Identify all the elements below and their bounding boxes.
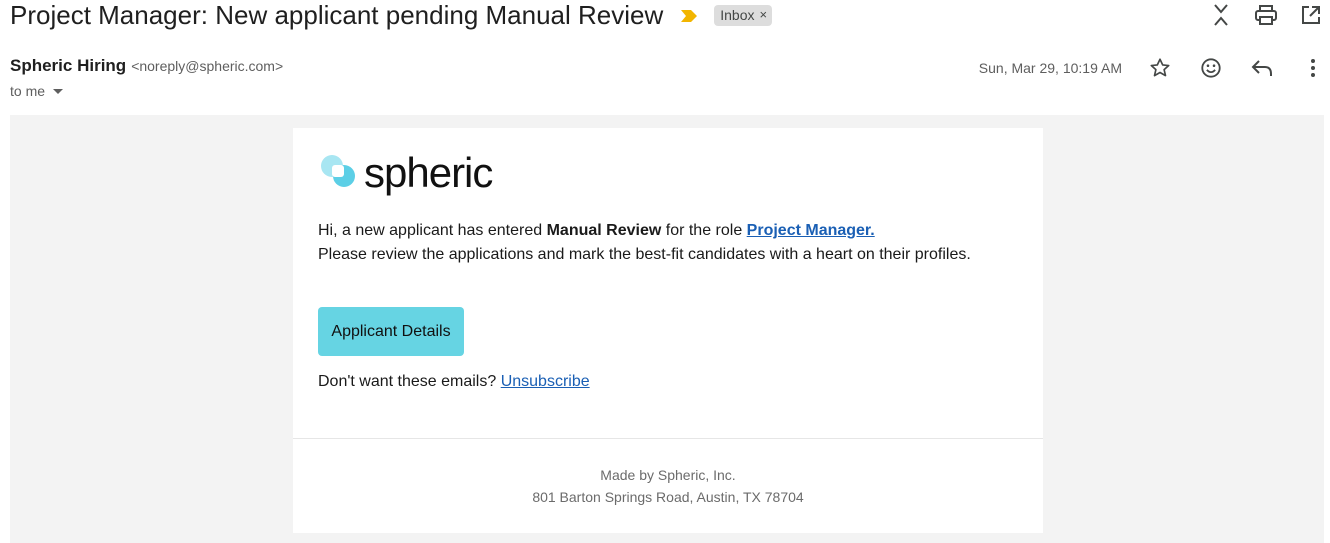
email-footer: Made by Spheric, Inc. 801 Barton Springs…: [293, 464, 1043, 508]
spheric-logo: spheric: [318, 149, 493, 196]
sender-name[interactable]: Spheric Hiring: [10, 56, 126, 76]
manual-review-text: Manual Review: [546, 222, 662, 239]
importance-marker-icon[interactable]: [681, 9, 698, 22]
open-in-new-window-icon[interactable]: [1299, 3, 1323, 27]
reply-icon[interactable]: [1250, 56, 1274, 80]
unsubscribe-line: Don't want these emails? Unsubscribe: [318, 373, 590, 391]
star-icon[interactable]: [1148, 56, 1172, 80]
email-subject: Project Manager: New applicant pending M…: [10, 0, 664, 30]
unsubscribe-link[interactable]: Unsubscribe: [501, 373, 590, 390]
message-meta: Sun, Mar 29, 10:19 AM: [979, 55, 1330, 81]
line1-prefix: Hi, a new applicant has entered: [318, 222, 547, 239]
logo-wordmark: spheric: [364, 149, 493, 196]
message-line-1: Hi, a new applicant has entered Manual R…: [318, 219, 971, 243]
collapse-all-icon[interactable]: [1209, 3, 1233, 27]
line1-mid: for the role: [661, 222, 747, 239]
recipient-label: to me: [10, 83, 46, 99]
more-vert-icon[interactable]: [1301, 56, 1325, 80]
inbox-label-chip: Inbox ×: [714, 4, 773, 26]
email-card: spheric Hi, a new applicant has entered …: [293, 128, 1043, 533]
footer-divider: [293, 438, 1043, 439]
label-name: Inbox: [720, 6, 755, 23]
thread-actions: [1209, 0, 1330, 30]
remove-label-button[interactable]: ×: [760, 7, 768, 22]
footer-company: Made by Spheric, Inc.: [600, 467, 736, 483]
unsubscribe-prompt: Don't want these emails?: [318, 373, 501, 390]
email-body-canvas: spheric Hi, a new applicant has entered …: [10, 115, 1324, 543]
spheric-logo-icon: [318, 151, 358, 196]
caret-down-icon[interactable]: [53, 88, 64, 94]
subject-row: Project Manager: New applicant pending M…: [10, 0, 773, 30]
emoji-react-icon[interactable]: [1199, 56, 1223, 80]
print-icon[interactable]: [1254, 3, 1278, 27]
message-line-2: Please review the applications and mark …: [318, 246, 971, 263]
message-date: Sun, Mar 29, 10:19 AM: [978, 60, 1122, 76]
footer-address: 801 Barton Springs Road, Austin, TX 7870…: [532, 489, 804, 505]
recipient-details-toggle[interactable]: to me: [10, 83, 64, 99]
email-message: Hi, a new applicant has entered Manual R…: [318, 219, 971, 267]
role-link[interactable]: Project Manager.: [747, 222, 875, 239]
sender-email: <noreply@spheric.com>: [131, 58, 284, 74]
sender-info: Spheric Hiring <noreply@spheric.com>: [10, 56, 283, 76]
applicant-details-button[interactable]: Applicant Details: [318, 307, 464, 356]
